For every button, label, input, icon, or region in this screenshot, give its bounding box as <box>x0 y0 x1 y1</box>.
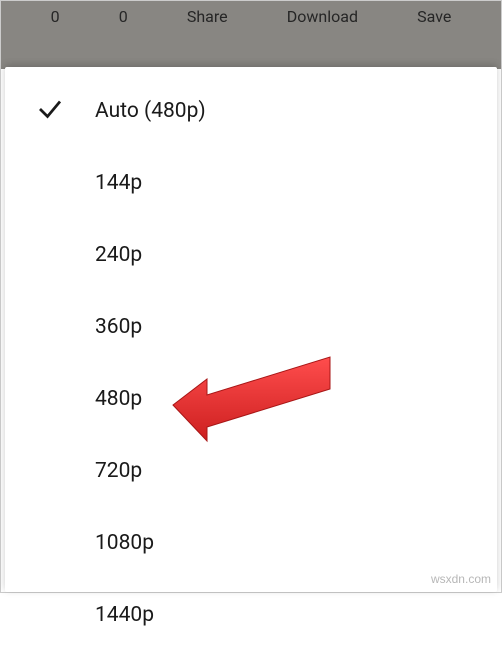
quality-label: 144p <box>95 171 142 195</box>
quality-option-144p[interactable]: 144p <box>5 147 497 219</box>
quality-option-1440p[interactable]: 1440p <box>5 579 497 651</box>
quality-label: 1440p <box>95 603 154 627</box>
share-button[interactable]: Share <box>187 7 228 26</box>
background-toolbar: 0 0 Share Download Save <box>1 1 501 69</box>
quality-label: 720p <box>95 459 142 483</box>
quality-option-360p[interactable]: 360p <box>5 291 497 363</box>
quality-label: 480p <box>95 387 142 411</box>
quality-menu: Auto (480p) 144p 240p 360p 480p 720p 108… <box>5 67 497 651</box>
checkmark-icon <box>35 94 65 128</box>
download-button[interactable]: Download <box>287 7 358 26</box>
save-button[interactable]: Save <box>417 7 451 26</box>
like-count: 0 <box>51 7 60 26</box>
quality-label: 360p <box>95 315 142 339</box>
quality-option-720p[interactable]: 720p <box>5 435 497 507</box>
quality-label: 1080p <box>95 531 154 555</box>
quality-label: 240p <box>95 243 142 267</box>
quality-option-1080p[interactable]: 1080p <box>5 507 497 579</box>
quality-option-480p[interactable]: 480p <box>5 363 497 435</box>
quality-bottom-sheet: Auto (480p) 144p 240p 360p 480p 720p 108… <box>5 67 497 592</box>
watermark-text: wsxdn.com <box>431 572 491 586</box>
quality-option-auto[interactable]: Auto (480p) <box>5 75 497 147</box>
quality-label: Auto (480p) <box>95 99 206 123</box>
quality-option-240p[interactable]: 240p <box>5 219 497 291</box>
dislike-count: 0 <box>119 7 128 26</box>
